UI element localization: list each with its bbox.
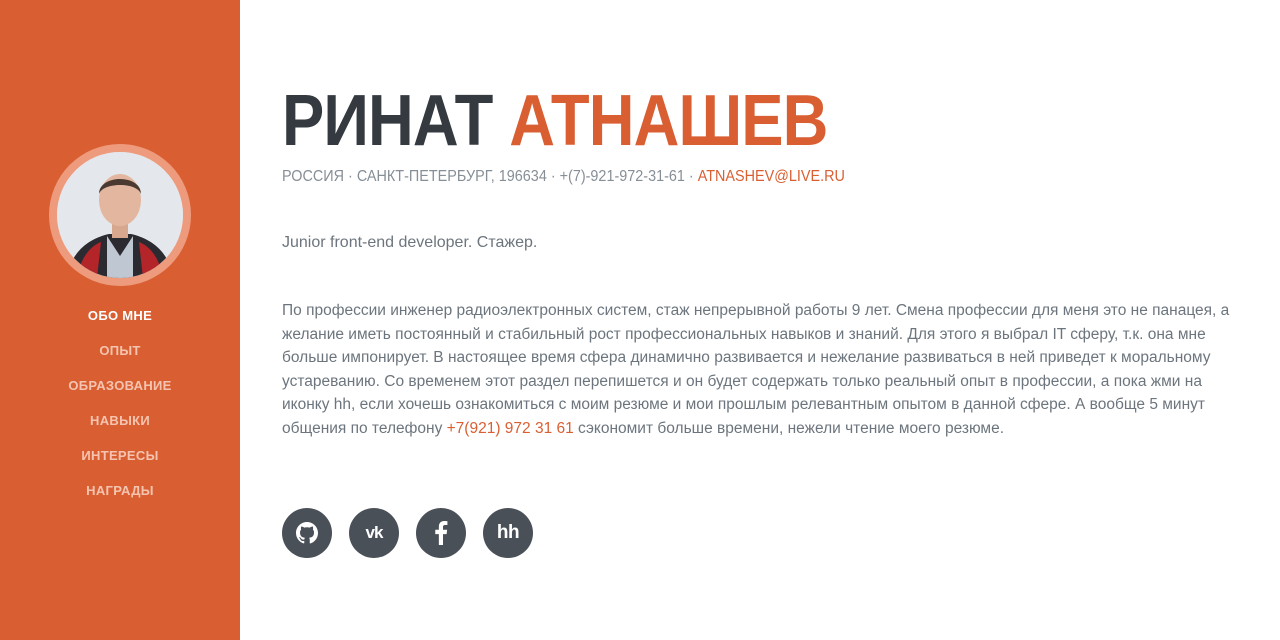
facebook-button[interactable] bbox=[416, 508, 466, 558]
address-phone: РОССИЯ · САНКТ-ПЕТЕРБУРГ, 196634 · +(7)-… bbox=[282, 168, 694, 185]
about-text: По профессии инженер радиоэлектронных си… bbox=[282, 299, 1242, 441]
hh-icon: hh bbox=[496, 522, 520, 543]
about-phone-link[interactable]: +7(921) 972 31 61 bbox=[447, 420, 574, 437]
last-name: АТНАШЕВ bbox=[509, 81, 828, 161]
social-icons: vk hh bbox=[282, 508, 550, 558]
first-name: РИНАТ bbox=[282, 81, 493, 161]
page-title: РИНАТ АТНАШЕВ bbox=[282, 80, 828, 162]
avatar bbox=[49, 144, 191, 286]
github-icon bbox=[296, 522, 318, 544]
about-text-part2: сэкономит больше времени, нежели чтение … bbox=[573, 419, 1005, 437]
sidebar: ОБО МНЕ ОПЫТ ОБРАЗОВАНИЕ НАВЫКИ ИНТЕРЕСЫ… bbox=[0, 0, 240, 640]
facebook-icon bbox=[435, 521, 448, 545]
nav-item-interests[interactable]: ИНТЕРЕСЫ bbox=[0, 444, 240, 479]
email-link[interactable]: ATNASHEV@LIVE.RU bbox=[698, 168, 845, 185]
tagline: Junior front-end developer. Стажер. bbox=[282, 234, 538, 251]
contact-line: РОССИЯ · САНКТ-ПЕТЕРБУРГ, 196634 · +(7)-… bbox=[282, 168, 845, 186]
about-text-part1: По профессии инженер радиоэлектронных си… bbox=[282, 302, 1230, 437]
nav-item-skills[interactable]: НАВЫКИ bbox=[0, 409, 240, 444]
nav-item-education[interactable]: ОБРАЗОВАНИЕ bbox=[0, 374, 240, 409]
vk-button[interactable]: vk bbox=[349, 508, 399, 558]
sidebar-nav: ОБО МНЕ ОПЫТ ОБРАЗОВАНИЕ НАВЫКИ ИНТЕРЕСЫ… bbox=[0, 304, 240, 514]
nav-item-about[interactable]: ОБО МНЕ bbox=[0, 304, 240, 339]
github-button[interactable] bbox=[282, 508, 332, 558]
nav-item-awards[interactable]: НАГРАДЫ bbox=[0, 479, 240, 514]
vk-icon: vk bbox=[365, 523, 384, 542]
profile-photo-image bbox=[57, 152, 183, 278]
profile-photo bbox=[57, 152, 183, 278]
hh-button[interactable]: hh bbox=[483, 508, 533, 558]
nav-item-experience[interactable]: ОПЫТ bbox=[0, 339, 240, 374]
